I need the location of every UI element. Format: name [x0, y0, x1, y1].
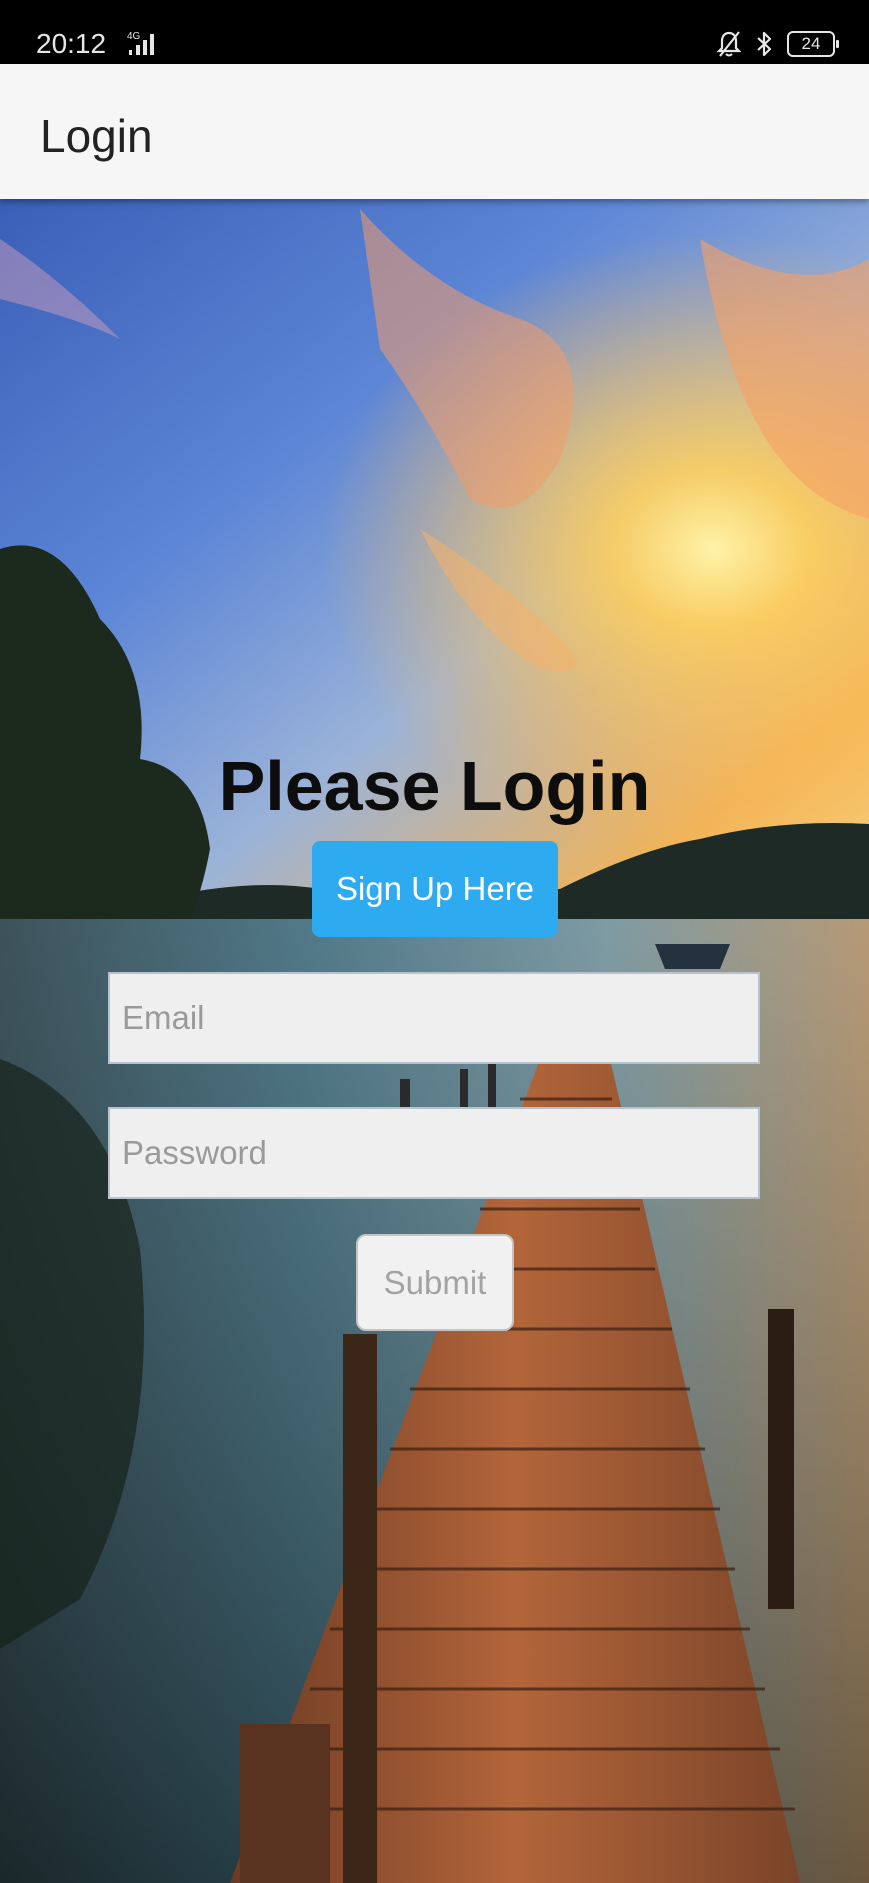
mute-bell-icon: [717, 31, 741, 57]
status-time: 20:12: [36, 28, 107, 59]
page-title: Login: [40, 110, 153, 162]
battery-icon: 24: [787, 31, 839, 57]
signal-icon: 4G: [127, 31, 154, 55]
password-field[interactable]: [108, 1107, 760, 1199]
app-bar: Login: [0, 64, 869, 199]
bluetooth-icon: [757, 31, 772, 57]
network-type: 4G: [127, 31, 141, 42]
submit-button[interactable]: Submit: [356, 1234, 514, 1331]
status-right-icons: 24: [717, 28, 839, 60]
battery-level: 24: [801, 34, 821, 53]
login-heading: Please Login: [218, 747, 651, 825]
email-field[interactable]: [108, 972, 760, 1064]
status-bar: 20:12 4G 24: [0, 0, 869, 64]
sign-up-button[interactable]: Sign Up Here: [312, 841, 558, 937]
